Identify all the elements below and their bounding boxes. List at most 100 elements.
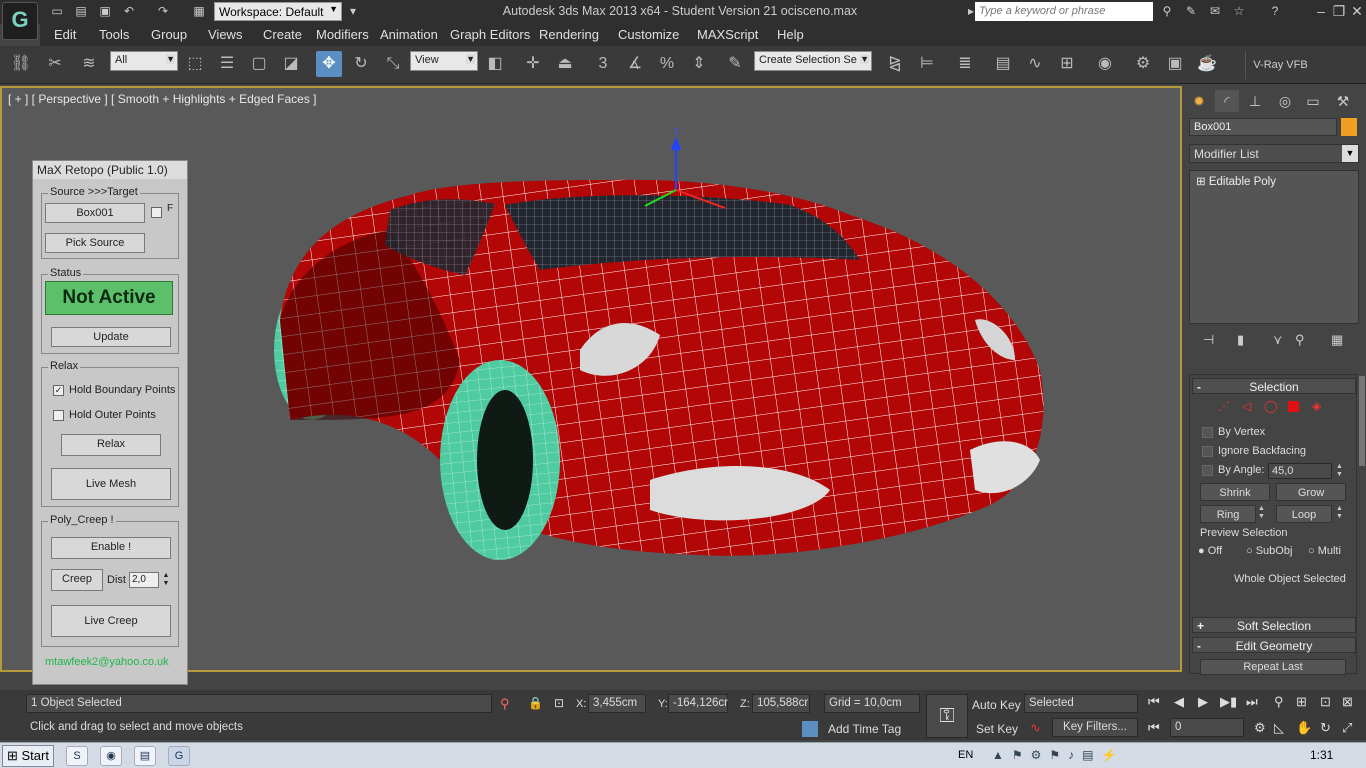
by-angle-checkbox[interactable] (1202, 465, 1213, 476)
mirror-icon[interactable]: ⧎ (882, 51, 908, 77)
menu-customize[interactable]: Customize (618, 27, 679, 42)
redo-icon[interactable]: ↷ (154, 3, 172, 19)
language-indicator[interactable]: EN (958, 749, 973, 761)
ring-spinner-icon[interactable]: ▲ ▼ (1258, 505, 1265, 521)
loop-button[interactable]: Loop (1276, 505, 1332, 523)
percent-snap-icon[interactable]: % (654, 51, 680, 77)
close-icon[interactable]: ✕ (1348, 3, 1366, 20)
modify-tab-icon[interactable]: ◜ (1215, 90, 1239, 112)
menu-group[interactable]: Group (151, 27, 187, 42)
live-mesh-button[interactable]: Live Mesh (51, 468, 171, 500)
key-curve-icon[interactable]: ∿ (1030, 720, 1041, 736)
enable-button[interactable]: Enable ! (51, 537, 171, 559)
shrink-button[interactable]: Shrink (1200, 483, 1270, 501)
key-mode-toggle-icon[interactable]: ⏮ (1148, 720, 1160, 736)
car-wireframe-model[interactable]: z (270, 120, 1060, 570)
time-tag-icon[interactable] (802, 721, 818, 737)
orbit-icon[interactable]: ↻ (1320, 720, 1331, 736)
display-tab-icon[interactable]: ▭ (1301, 90, 1325, 112)
f-checkbox[interactable] (151, 207, 162, 218)
selection-filter-dropdown[interactable]: All ▼ (110, 51, 178, 71)
live-creep-button[interactable]: Live Creep (51, 605, 171, 637)
maximize-viewport-icon[interactable]: ⤢ (1342, 720, 1352, 736)
edit-geometry-rollout-header[interactable]: - Edit Geometry (1192, 637, 1356, 653)
vray-vfb-button[interactable]: V-Ray VFB (1245, 51, 1315, 79)
z-coordinate-field[interactable]: 105,588cr (752, 694, 810, 713)
go-to-end-icon[interactable]: ⏭ (1246, 694, 1258, 710)
layer-manager-icon[interactable]: ≣ (952, 51, 978, 77)
rectangular-selection-icon[interactable]: ▢ (246, 51, 272, 77)
search-input[interactable]: Type a keyword or phrase (975, 2, 1153, 21)
pivot-center-icon[interactable]: ◧ (482, 51, 508, 77)
soft-selection-rollout-header[interactable]: + Soft Selection (1192, 617, 1356, 633)
firefox-icon[interactable]: ◉ (100, 746, 122, 766)
hold-outer-checkbox[interactable] (53, 410, 64, 421)
border-mode-icon[interactable]: ◯ (1264, 399, 1277, 413)
zoom-icon[interactable]: ⚲ (1274, 694, 1284, 710)
angle-input[interactable]: 45,0 (1268, 463, 1332, 479)
select-object-icon[interactable]: ⬚ (182, 51, 208, 77)
angle-snap-icon[interactable]: ∡ (622, 51, 648, 77)
named-selection-sets-dropdown[interactable]: Create Selection Se ▼ (754, 51, 872, 71)
motion-tab-icon[interactable]: ◎ (1273, 90, 1297, 112)
minimize-icon[interactable]: – (1312, 3, 1330, 19)
keyboard-shortcut-override-icon[interactable]: ⏏ (552, 51, 578, 77)
viewport-label[interactable]: [ + ] [ Perspective ] [ Smooth + Highlig… (8, 92, 317, 106)
communication-icon[interactable]: ✉ (1206, 3, 1224, 19)
window-crossing-icon[interactable]: ◪ (278, 51, 304, 77)
skype-icon[interactable]: S (66, 746, 88, 766)
make-unique-icon[interactable]: ⋎ (1273, 332, 1283, 348)
creep-button[interactable]: Creep (51, 569, 103, 591)
selection-lock-icon[interactable]: 🔒 (528, 696, 543, 710)
edit-named-selection-icon[interactable]: ✎ (722, 51, 748, 77)
relax-button[interactable]: Relax (61, 434, 161, 456)
spinner-snap-icon[interactable]: ⇕ (686, 51, 712, 77)
element-mode-icon[interactable]: ◈ (1312, 399, 1321, 413)
select-and-rotate-icon[interactable]: ↻ (348, 51, 374, 77)
modifier-list-dropdown[interactable]: Modifier List ▼ (1189, 144, 1359, 163)
save-icon[interactable]: ▣ (96, 3, 114, 19)
menu-create[interactable]: Create (263, 27, 302, 42)
app-menu-button[interactable]: G (2, 2, 38, 40)
polygon-mode-icon[interactable] (1288, 401, 1299, 412)
isolate-selection-icon[interactable]: ⚲ (500, 696, 510, 712)
remove-modifier-icon[interactable]: ⚲ (1295, 332, 1305, 348)
menu-views[interactable]: Views (208, 27, 242, 42)
menu-maxscript[interactable]: MAXScript (697, 27, 758, 42)
selection-rollout-header[interactable]: - Selection (1192, 378, 1356, 394)
undo-icon[interactable]: ↶ (120, 3, 138, 19)
binoculars-icon[interactable]: ⚲ (1158, 3, 1176, 19)
time-configuration-icon[interactable]: ⚙ (1254, 720, 1266, 736)
add-time-tag-button[interactable]: Add Time Tag (828, 722, 901, 736)
by-vertex-checkbox[interactable] (1202, 427, 1213, 438)
set-key-icon[interactable]: ⚿ (926, 694, 968, 738)
angle-spinner-icon[interactable]: ▲ ▼ (1336, 463, 1343, 479)
preview-off-radio[interactable]: ● Off (1198, 545, 1222, 557)
menu-help[interactable]: Help (777, 27, 804, 42)
workspace-dropdown[interactable]: Workspace: Default ▼ (214, 2, 342, 21)
edge-mode-icon[interactable]: ◁ (1242, 399, 1251, 413)
subscription-icon[interactable]: ✎ (1182, 3, 1200, 19)
schematic-view-icon[interactable]: ⊞ (1054, 51, 1080, 77)
favorites-icon[interactable]: ☆ (1230, 3, 1248, 19)
grow-button[interactable]: Grow (1276, 483, 1346, 501)
bind-space-warp-icon[interactable]: ≋ (76, 51, 102, 77)
rendered-frame-window-icon[interactable]: ▣ (1162, 51, 1188, 77)
restore-icon[interactable]: ❐ (1330, 3, 1348, 20)
preview-multi-radio[interactable]: ○ Multi (1308, 545, 1341, 557)
set-key-button[interactable]: Set Key (976, 722, 1018, 736)
stack-item-editable-poly[interactable]: ⊞ Editable Poly (1192, 173, 1356, 189)
select-and-scale-icon[interactable]: ⤡ (380, 51, 406, 77)
material-editor-icon[interactable]: ◉ (1092, 51, 1118, 77)
play-icon[interactable]: ▶ (1198, 694, 1208, 710)
render-production-icon[interactable]: ☕ (1194, 51, 1220, 77)
zoom-all-icon[interactable]: ⊞ (1296, 694, 1307, 710)
hold-boundary-checkbox[interactable]: ✓ (53, 385, 64, 396)
zoom-extents-icon[interactable]: ⊡ (1320, 694, 1331, 710)
update-button[interactable]: Update (51, 327, 171, 347)
vertex-mode-icon[interactable]: ⋰ (1218, 399, 1230, 413)
pick-source-button[interactable]: Pick Source (45, 233, 145, 253)
previous-frame-icon[interactable]: ◀ (1174, 694, 1184, 710)
next-frame-icon[interactable]: ▶▮ (1220, 694, 1237, 710)
hierarchy-tab-icon[interactable]: ⊥ (1243, 90, 1267, 112)
